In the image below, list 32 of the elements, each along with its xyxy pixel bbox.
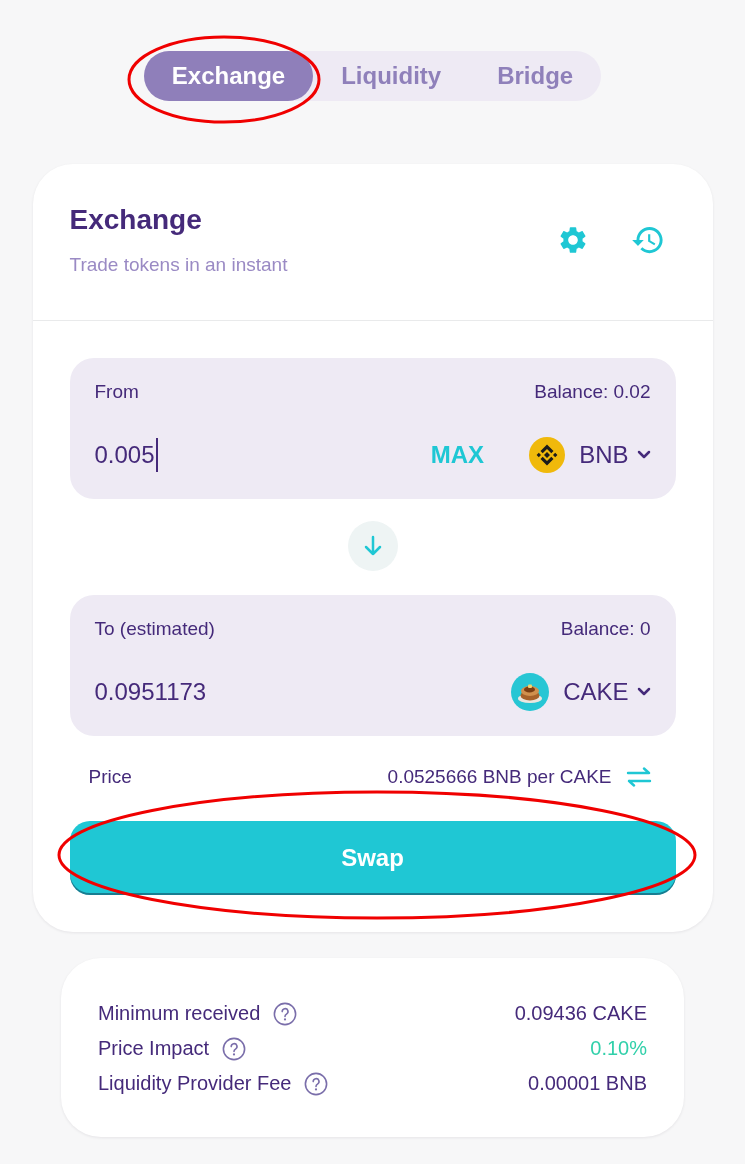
- token-select-button[interactable]: CAKE: [505, 669, 657, 715]
- chevron-down-icon: [636, 450, 651, 460]
- detail-label: Minimum received: [98, 1002, 261, 1025]
- help-icon[interactable]: [222, 1036, 247, 1061]
- swap-button[interactable]: Swap: [69, 821, 676, 895]
- diamond-coin-icon: [529, 437, 566, 473]
- swap-direction-button[interactable]: [347, 521, 398, 571]
- detail-value: 0.09436 CAKE: [514, 1002, 647, 1025]
- swap-arrows-icon[interactable]: [625, 767, 652, 787]
- price-value: 0.0525666 BNB per CAKE: [387, 765, 612, 789]
- history-icon[interactable]: [631, 224, 664, 256]
- balance-text: Balance: 0.02: [534, 381, 651, 403]
- card-title: Exchange: [69, 203, 203, 237]
- detail-label: Liquidity Provider Fee: [98, 1072, 292, 1095]
- token-select-button[interactable]: BNB: [523, 433, 657, 477]
- detail-value: 0.00001 BNB: [528, 1072, 647, 1095]
- help-icon[interactable]: [304, 1071, 329, 1096]
- card-subtitle: Trade tokens in an instant: [69, 253, 288, 277]
- help-icon[interactable]: [273, 1001, 298, 1026]
- tab[interactable]: Exchange: [143, 51, 314, 101]
- panel-label: To (estimated): [94, 618, 215, 640]
- tab[interactable]: Bridge: [469, 51, 602, 101]
- balance-text: Balance: 0: [560, 618, 651, 640]
- detail-value: 0.10%: [590, 1037, 647, 1060]
- detail-label: Price Impact: [98, 1037, 210, 1060]
- price-label: Price: [88, 765, 132, 789]
- pancake-icon: [511, 673, 550, 711]
- amount-input[interactable]: 0.005: [94, 438, 158, 472]
- amount-input[interactable]: 0.0951173: [94, 675, 208, 709]
- panel-label: From: [94, 381, 139, 403]
- chevron-down-icon: [636, 687, 651, 697]
- tab[interactable]: Liquidity: [313, 51, 470, 101]
